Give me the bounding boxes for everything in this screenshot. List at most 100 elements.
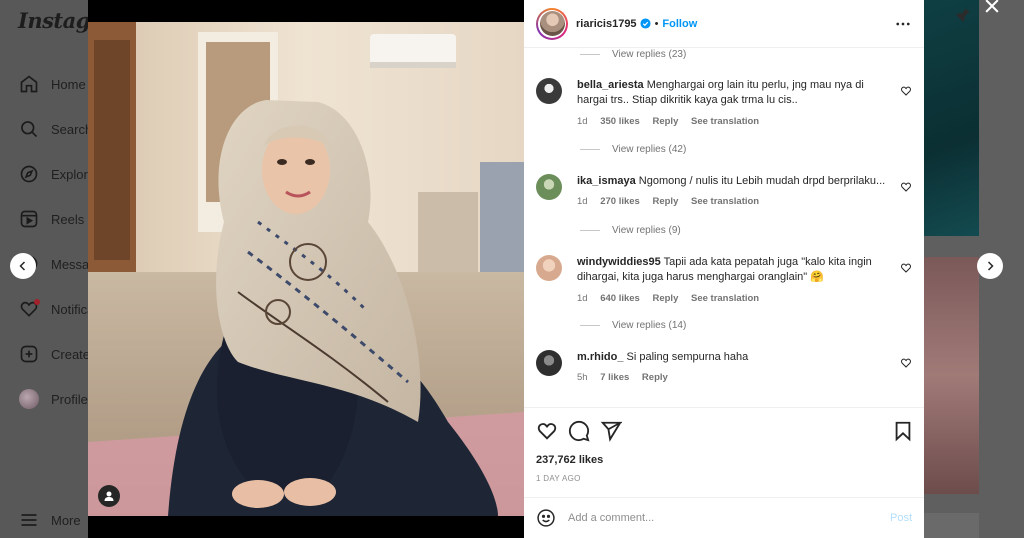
- comment-text: Ngomong / nulis itu Lebih mudah drpd ber…: [638, 175, 886, 187]
- like-icon[interactable]: [536, 420, 558, 442]
- chevron-right-icon: [987, 261, 994, 271]
- like-comment-icon[interactable]: [900, 85, 912, 97]
- comment-likes[interactable]: 7 likes: [600, 372, 629, 383]
- like-comment-icon[interactable]: [900, 181, 912, 193]
- comment-body: windywiddies95 Tapii ada kata pepatah ju…: [577, 255, 887, 285]
- view-replies-label: View replies (9): [612, 225, 681, 236]
- see-translation-button[interactable]: See translation: [691, 293, 759, 304]
- sidebar-item-explore[interactable]: Explore: [18, 162, 95, 186]
- comment-input[interactable]: [568, 512, 868, 524]
- view-replies-button[interactable]: View replies (9): [580, 225, 681, 236]
- verified-badge-icon: [640, 18, 651, 29]
- commenter-avatar[interactable]: [536, 350, 562, 376]
- comment-meta: 1d 640 likes Reply See translation: [577, 293, 769, 304]
- replies-line: [580, 149, 600, 150]
- reply-button[interactable]: Reply: [642, 372, 668, 383]
- sidebar-item-label: Home: [51, 76, 86, 92]
- sidebar-item-more[interactable]: More: [18, 508, 81, 532]
- comment-meta: 5h 7 likes Reply: [577, 372, 678, 383]
- comment-composer: Post: [524, 497, 924, 538]
- comment-body: ika_ismaya Ngomong / nulis itu Lebih mud…: [577, 174, 887, 189]
- feed-thumbnail: [924, 0, 979, 236]
- search-icon: [18, 118, 40, 140]
- commenter-avatar[interactable]: [536, 78, 562, 104]
- replies-line: [580, 230, 600, 231]
- notification-dot: [34, 299, 40, 305]
- feed-thumbnail: [924, 257, 979, 494]
- post-actions: 237,762 likes 1 DAY AGO: [524, 407, 924, 497]
- share-icon[interactable]: [600, 420, 622, 442]
- comments-list[interactable]: View replies (23) bella_ariesta Mengharg…: [524, 48, 924, 407]
- author-username[interactable]: riaricis1795: [576, 18, 637, 30]
- post-details-panel: riaricis1795 • Follow View replies (23) …: [524, 0, 924, 538]
- comment-body: m.rhido_ Si paling sempurna haha: [577, 350, 887, 365]
- see-translation-button[interactable]: See translation: [691, 116, 759, 127]
- like-comment-icon[interactable]: [900, 262, 912, 274]
- emoji-icon[interactable]: [536, 508, 556, 528]
- replies-line: [580, 54, 600, 55]
- comment-age: 1d: [577, 196, 588, 207]
- comment-age: 1d: [577, 116, 588, 127]
- comment-likes[interactable]: 640 likes: [600, 293, 640, 304]
- sidebar-item-label: More: [51, 512, 81, 528]
- sidebar-item-home[interactable]: Home: [18, 72, 86, 96]
- close-icon[interactable]: [979, 0, 1005, 22]
- save-icon[interactable]: [892, 420, 914, 442]
- post-header: riaricis1795 • Follow: [524, 0, 924, 48]
- previous-post-button[interactable]: [10, 253, 36, 279]
- post-media: [88, 0, 524, 538]
- view-replies-label: View replies (14): [612, 320, 687, 331]
- tagged-user-button[interactable]: [98, 485, 120, 507]
- commenter-avatar[interactable]: [536, 255, 562, 281]
- sidebar-item-label: Reels: [51, 211, 85, 227]
- comment-likes[interactable]: 350 likes: [600, 116, 640, 127]
- reply-button[interactable]: Reply: [652, 293, 678, 304]
- commenter-username[interactable]: bella_ariesta: [577, 79, 644, 91]
- replies-line: [580, 325, 600, 326]
- feed-thumbnail: [924, 513, 979, 538]
- post-comment-button[interactable]: Post: [890, 512, 912, 524]
- sidebar-item-search[interactable]: Search: [18, 117, 92, 141]
- more-options-icon[interactable]: [894, 15, 912, 33]
- comment-body: bella_ariesta Menghargai org lain itu pe…: [577, 78, 887, 108]
- view-replies-label: View replies (42): [612, 144, 687, 155]
- sidebar-item-create[interactable]: Create: [18, 342, 90, 366]
- commenter-username[interactable]: windywiddies95: [577, 256, 661, 268]
- sidebar-item-label: Profile: [51, 391, 88, 407]
- commenter-username[interactable]: m.rhido_: [577, 351, 623, 363]
- reply-button[interactable]: Reply: [652, 196, 678, 207]
- menu-icon: [18, 509, 40, 531]
- reels-icon: [18, 208, 40, 230]
- comment-age: 5h: [577, 372, 588, 383]
- sidebar-item-profile[interactable]: Profile: [18, 387, 88, 411]
- view-replies-button[interactable]: View replies (42): [580, 144, 686, 155]
- comment-icon[interactable]: [568, 420, 590, 442]
- next-post-button[interactable]: [977, 253, 1003, 279]
- author-avatar[interactable]: [536, 7, 568, 40]
- comment-meta: 1d 350 likes Reply See translation: [577, 116, 769, 127]
- home-icon: [18, 73, 40, 95]
- see-translation-button[interactable]: See translation: [691, 196, 759, 207]
- likes-count[interactable]: 237,762 likes: [536, 454, 603, 466]
- separator-dot: •: [654, 17, 659, 30]
- avatar: [18, 388, 40, 410]
- user-icon: [104, 491, 114, 501]
- commenter-username[interactable]: ika_ismaya: [577, 175, 636, 187]
- sidebar-item-label: Search: [51, 121, 93, 137]
- pin-icon: [954, 6, 972, 24]
- chevron-left-icon: [19, 261, 26, 271]
- follow-button[interactable]: Follow: [662, 18, 697, 30]
- sidebar-item-label: Create: [51, 346, 91, 362]
- reply-button[interactable]: Reply: [652, 116, 678, 127]
- post-photo[interactable]: [88, 22, 524, 516]
- post-date: 1 DAY AGO: [536, 474, 581, 483]
- like-comment-icon[interactable]: [900, 357, 912, 369]
- comment-meta: 1d 270 likes Reply See translation: [577, 196, 769, 207]
- view-replies-button[interactable]: View replies (14): [580, 320, 686, 331]
- view-replies-button[interactable]: View replies (23): [580, 49, 686, 60]
- sidebar-item-reels[interactable]: Reels: [18, 207, 84, 231]
- comment-likes[interactable]: 270 likes: [600, 196, 640, 207]
- view-replies-label: View replies (23): [612, 49, 687, 60]
- compass-icon: [18, 163, 40, 185]
- commenter-avatar[interactable]: [536, 174, 562, 200]
